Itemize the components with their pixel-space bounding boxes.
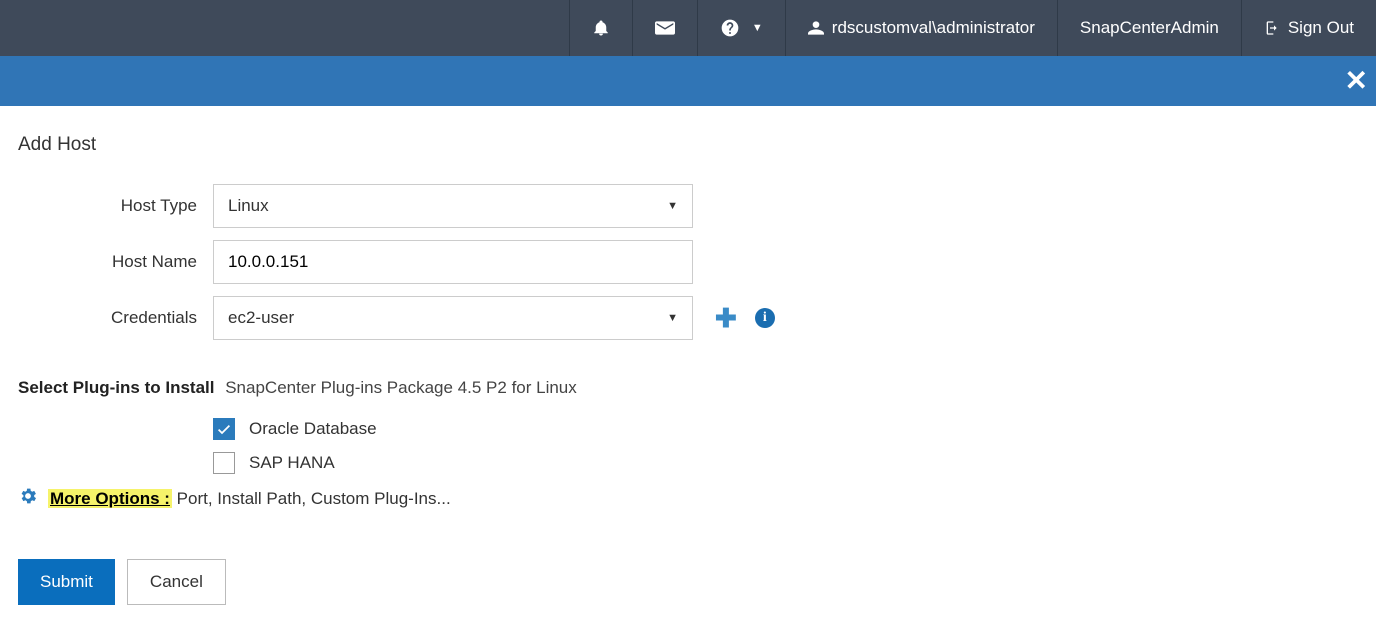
role-label-container[interactable]: SnapCenterAdmin <box>1057 0 1241 56</box>
close-icon[interactable]: ✕ <box>1345 67 1368 95</box>
host-name-label: Host Name <box>18 252 213 272</box>
page-title: Add Host <box>18 134 1358 156</box>
host-type-row: Host Type Linux ▼ <box>18 184 1358 228</box>
sub-header: ✕ <box>0 56 1376 106</box>
credentials-row: Credentials ec2-user ▼ ✚ i <box>18 296 1358 340</box>
signout-icon <box>1264 19 1280 37</box>
plugin-label-saphana: SAP HANA <box>249 453 335 473</box>
caret-down-icon: ▼ <box>752 22 763 34</box>
more-options-row: More Options : Port, Install Path, Custo… <box>18 486 1358 511</box>
submit-button[interactable]: Submit <box>18 559 115 605</box>
plugins-header-strong: Select Plug-ins to Install <box>18 378 214 397</box>
plugin-checkbox-saphana[interactable] <box>213 452 235 474</box>
more-options-text: Port, Install Path, Custom Plug-Ins... <box>172 489 451 508</box>
more-options-link[interactable]: More Options : <box>48 489 172 508</box>
signout-button[interactable]: Sign Out <box>1241 0 1376 56</box>
gear-icon <box>18 486 38 511</box>
signout-label: Sign Out <box>1288 18 1354 38</box>
plugin-row-oracle: Oracle Database <box>213 418 1358 440</box>
button-bar: Submit Cancel <box>18 559 1358 605</box>
content: Add Host Host Type Linux ▼ Host Name Cre… <box>0 106 1376 625</box>
mail-icon <box>655 21 675 35</box>
host-name-input[interactable] <box>213 240 693 284</box>
plugin-checkbox-oracle[interactable] <box>213 418 235 440</box>
user-menu[interactable]: rdscustomval\administrator <box>785 0 1057 56</box>
top-bar: ▼ rdscustomval\administrator SnapCenterA… <box>0 0 1376 56</box>
messages-button[interactable] <box>632 0 697 56</box>
user-label: rdscustomval\administrator <box>832 18 1035 38</box>
help-icon <box>720 18 740 38</box>
credentials-label: Credentials <box>18 308 213 328</box>
add-credential-button[interactable]: ✚ <box>715 303 737 334</box>
caret-down-icon: ▼ <box>667 312 678 324</box>
help-button[interactable]: ▼ <box>697 0 785 56</box>
user-icon <box>808 20 824 36</box>
credentials-extras: ✚ i <box>715 303 775 334</box>
host-type-value: Linux <box>228 196 269 216</box>
plugins-header: Select Plug-ins to Install SnapCenter Pl… <box>18 378 1358 398</box>
cancel-button[interactable]: Cancel <box>127 559 226 605</box>
plugin-row-saphana: SAP HANA <box>213 452 1358 474</box>
info-icon[interactable]: i <box>755 308 775 328</box>
plugin-label-oracle: Oracle Database <box>249 419 377 439</box>
host-name-row: Host Name <box>18 240 1358 284</box>
role-label: SnapCenterAdmin <box>1080 18 1219 38</box>
credentials-value: ec2-user <box>228 308 294 328</box>
credentials-select[interactable]: ec2-user ▼ <box>213 296 693 340</box>
notifications-button[interactable] <box>569 0 632 56</box>
caret-down-icon: ▼ <box>667 200 678 212</box>
plugins-header-package: SnapCenter Plug-ins Package 4.5 P2 for L… <box>225 378 577 397</box>
plugins-section: Select Plug-ins to Install SnapCenter Pl… <box>18 378 1358 511</box>
host-type-label: Host Type <box>18 196 213 216</box>
host-type-select[interactable]: Linux ▼ <box>213 184 693 228</box>
bell-icon <box>592 19 610 37</box>
